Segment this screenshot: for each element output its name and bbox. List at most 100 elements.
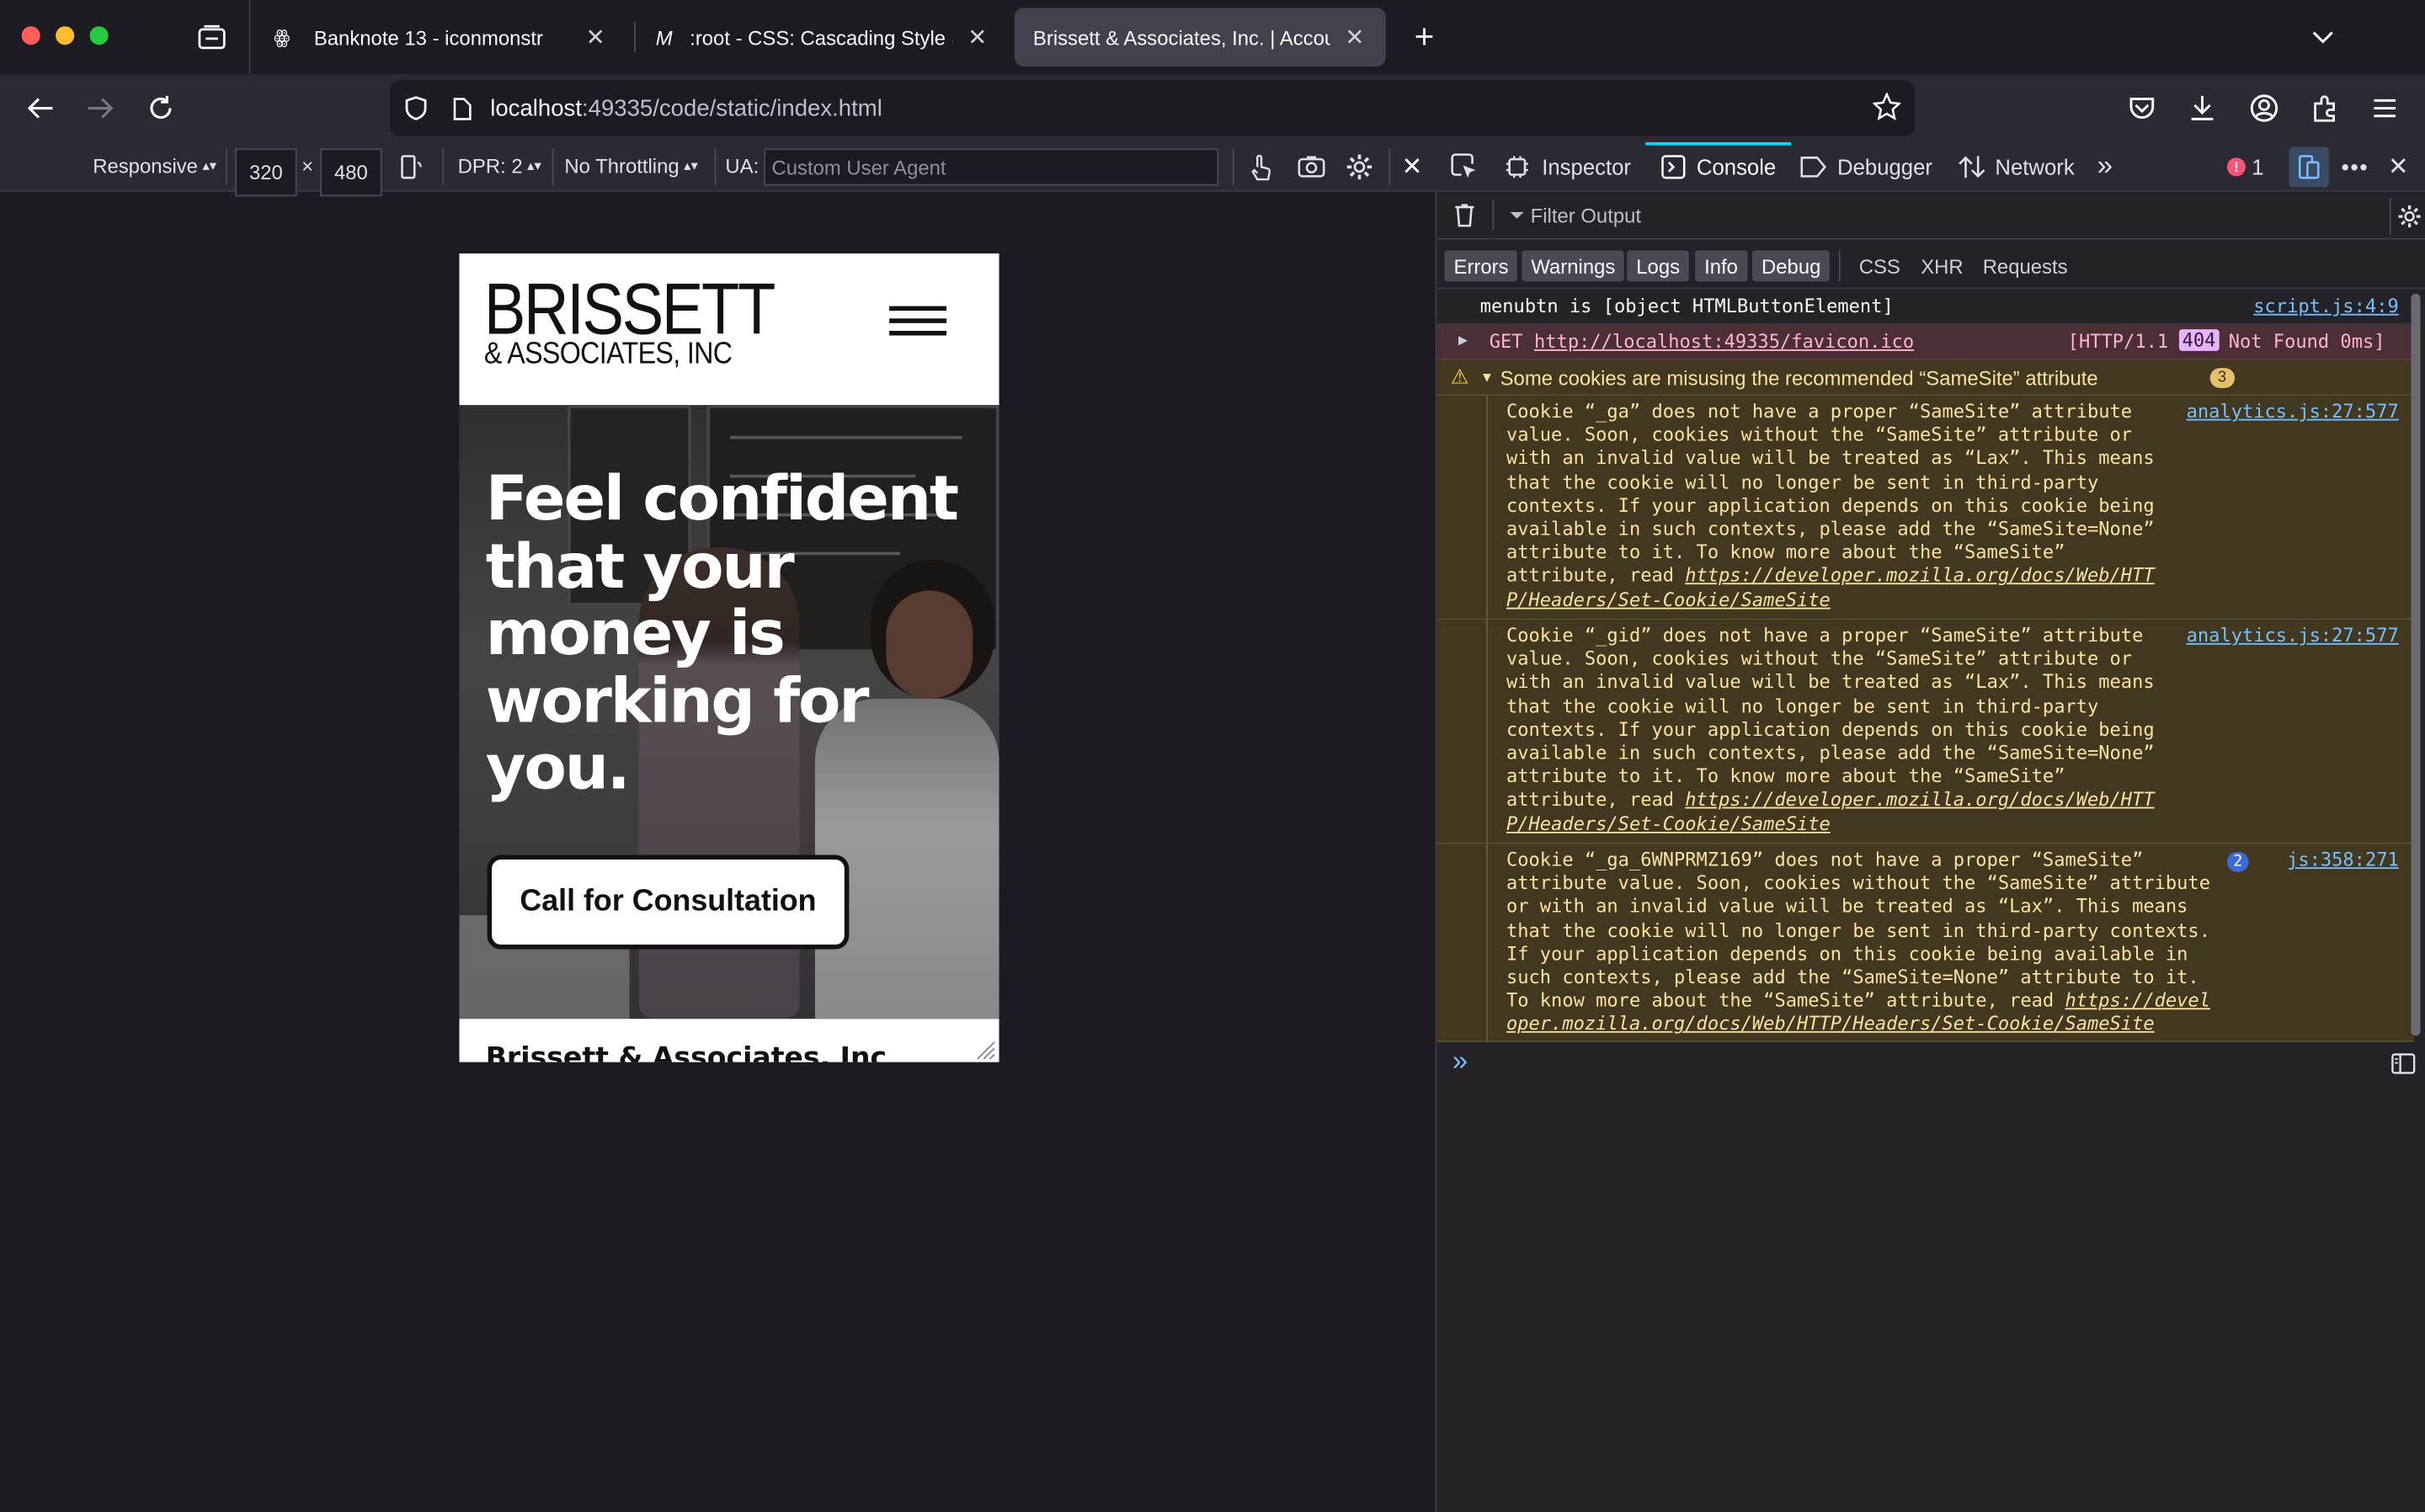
close-tab-icon[interactable]: ✕ (583, 24, 607, 51)
settings-gear-icon[interactable] (1342, 142, 1376, 190)
list-tabs-chevron-icon[interactable] (2305, 19, 2342, 56)
filter-css-button[interactable]: CSS (1859, 250, 1900, 281)
filter-info-button[interactable]: Info (1695, 250, 1747, 282)
filter-debug-button[interactable]: Debug (1752, 250, 1831, 282)
window-close-button[interactable] (21, 26, 40, 45)
console-scrollbar[interactable] (2411, 293, 2421, 1036)
debugger-icon (1800, 156, 1827, 177)
dpr-selector[interactable]: DPR: 2 ▴▾ (458, 142, 541, 190)
console-input-row[interactable]: » (1436, 1042, 2425, 1085)
more-tools-chevron-icon[interactable]: » (2097, 142, 2113, 190)
log-text: menubtn is [object HTMLButtonElement] (1479, 295, 1894, 317)
call-consultation-button[interactable]: Call for Consultation (487, 854, 850, 950)
collapse-triangle-icon[interactable]: ▼ (1480, 370, 1494, 385)
close-tab-icon[interactable]: ✕ (1342, 24, 1367, 51)
resize-handle-icon[interactable] (974, 1039, 996, 1061)
filter-logs-button[interactable]: Logs (1627, 250, 1690, 282)
warning-source-link[interactable]: analytics.js:27:577 (2187, 401, 2399, 423)
filter-warnings-button[interactable]: Warnings (1522, 250, 1625, 282)
page-info-icon[interactable] (449, 97, 477, 120)
filter-requests-button[interactable]: Requests (1983, 250, 2068, 281)
expand-triangle-icon[interactable]: ▶ (1458, 333, 1468, 349)
tab-console[interactable]: Console (1645, 141, 1792, 190)
filter-xhr-button[interactable]: XHR (1921, 250, 1963, 281)
console-panel: ⏷ Filter Output Errors Warnings Logs Inf… (1435, 191, 2425, 1512)
rotate-viewport-icon[interactable] (396, 142, 427, 190)
new-tab-icon[interactable]: + (1404, 17, 1445, 56)
mdn-samesite-link[interactable]: https://developer.mozilla.org/docs/Web/H… (1685, 789, 2154, 811)
devtools-toolbar: Inspector Console Debugger Network » ! 1… (1435, 141, 2425, 192)
console-error-message[interactable]: ▶ GET http://localhost:49335/favicon.ico… (1436, 324, 2415, 360)
site-header: BRISSETT & ASSOCIATES, INC (459, 253, 999, 406)
responsive-mode-icon[interactable] (2289, 146, 2330, 188)
firefox-view-icon[interactable] (192, 19, 232, 56)
tab-inspector[interactable]: Inspector (1505, 142, 1631, 190)
site-logo[interactable]: BRISSETT (484, 271, 775, 346)
bookmark-star-icon[interactable] (1873, 93, 1901, 121)
element-picker-icon[interactable] (1447, 142, 1479, 190)
warning-source-link[interactable]: js:358:271 (2287, 849, 2399, 870)
network-icon (1959, 155, 1985, 178)
warning-count-badge: 3 (2209, 368, 2235, 388)
mdn-samesite-link-cont[interactable]: P/Headers/Set-Cookie/SameSite (1506, 812, 1831, 834)
iconmonstr-icon: ꙮ (274, 26, 290, 48)
filter-output-input[interactable]: Filter Output (1531, 203, 1641, 226)
tracking-shield-icon[interactable] (402, 96, 430, 120)
throttling-selector[interactable]: No Throttling ▴▾ (564, 142, 697, 190)
inspector-icon (1506, 155, 1528, 178)
tab-banknote[interactable]: ꙮ Banknote 13 - iconmonstr ✕ (255, 8, 626, 67)
tab-brissett[interactable]: Brissett & Associates, Inc. | Account ✕ (1014, 8, 1386, 67)
mdn-samesite-link-cont[interactable]: oper.mozilla.org/docs/Web/HTTP/Headers/S… (1506, 1014, 2155, 1036)
extensions-icon[interactable] (2305, 90, 2345, 127)
status-404-badge: 404 (2178, 329, 2220, 351)
back-arrow-icon[interactable] (22, 90, 59, 127)
forward-arrow-icon[interactable] (82, 90, 119, 127)
warning-source-link[interactable]: analytics.js:27:577 (2187, 625, 2399, 647)
device-selector[interactable]: Responsive ▴▾ (93, 142, 216, 190)
log-source-link[interactable]: script.js:4:9 (2253, 295, 2399, 317)
user-agent-input[interactable]: Custom User Agent (764, 148, 1219, 186)
tab-network[interactable]: Network (1958, 142, 2075, 190)
window-minimize-button[interactable] (56, 26, 75, 45)
editor-mode-toggle-icon[interactable] (2390, 1051, 2417, 1076)
menu-hamburger-button[interactable] (889, 306, 947, 338)
downloads-icon[interactable] (2182, 90, 2223, 127)
close-devtools-icon[interactable]: ✕ (2388, 142, 2409, 190)
error-url-link[interactable]: http://localhost:49335/favicon.ico (1534, 331, 1914, 353)
screenshot-camera-icon[interactable] (1294, 142, 1328, 190)
mdn-samesite-link[interactable]: https://devel (2065, 990, 2210, 1012)
cookie-warning-ga: Cookie “_ga” does not have a proper “Sam… (1436, 396, 2415, 620)
error-count-badge[interactable]: ! 1 (2226, 142, 2264, 190)
reload-icon[interactable] (142, 90, 179, 127)
account-icon[interactable] (2244, 90, 2284, 127)
tab-label: :root - CSS: Cascading Style Sh (690, 25, 953, 49)
viewport-width-input[interactable]: 320 (235, 148, 297, 197)
mdn-samesite-link[interactable]: https://developer.mozilla.org/docs/Web/H… (1685, 565, 2154, 587)
viewport-height-input[interactable]: 480 (320, 148, 382, 197)
window-zoom-button[interactable] (89, 26, 109, 45)
section-title: Brissett & Associates, Inc (485, 1041, 887, 1062)
filter-funnel-icon: ⏷ (1509, 203, 1525, 226)
pocket-icon[interactable] (2122, 90, 2162, 127)
filter-errors-button[interactable]: Errors (1444, 250, 1518, 282)
console-log-message: menubtn is [object HTMLButtonElement] sc… (1436, 289, 2415, 325)
warning-text: Cookie “_ga_6WNPRMZ169” does not have a … (1506, 849, 2210, 1036)
console-settings-gear-icon[interactable] (2389, 198, 2425, 236)
url-host: localhost (490, 94, 582, 122)
hero-headline: Feel confident that your money is workin… (485, 463, 959, 804)
tab-label: Banknote 13 - iconmonstr (313, 25, 543, 49)
devtools-options-icon[interactable]: ••• (2342, 142, 2369, 190)
console-filter-bar: ⏷ Filter Output (1436, 192, 2425, 240)
warning-text: Cookie “_ga” does not have a proper “Sam… (1506, 400, 2155, 610)
tab-css-root[interactable]: M :root - CSS: Cascading Style Sh ✕ (637, 8, 1009, 67)
close-rdm-icon[interactable]: ✕ (1398, 142, 1426, 190)
mdn-samesite-link-cont[interactable]: P/Headers/Set-Cookie/SameSite (1506, 588, 1831, 610)
close-tab-icon[interactable]: ✕ (965, 24, 989, 51)
clear-console-trash-icon[interactable] (1449, 203, 1480, 227)
hamburger-menu-icon[interactable] (2364, 90, 2405, 127)
warning-group-header[interactable]: ⚠ ▼ Some cookies are misusing the recomm… (1436, 359, 2415, 397)
error-icon: ! (2226, 157, 2246, 176)
tab-debugger[interactable]: Debugger (1800, 142, 1932, 190)
url-bar[interactable]: localhost:49335/code/static/index.html (389, 80, 1915, 136)
touch-simulation-icon[interactable] (1245, 142, 1276, 190)
